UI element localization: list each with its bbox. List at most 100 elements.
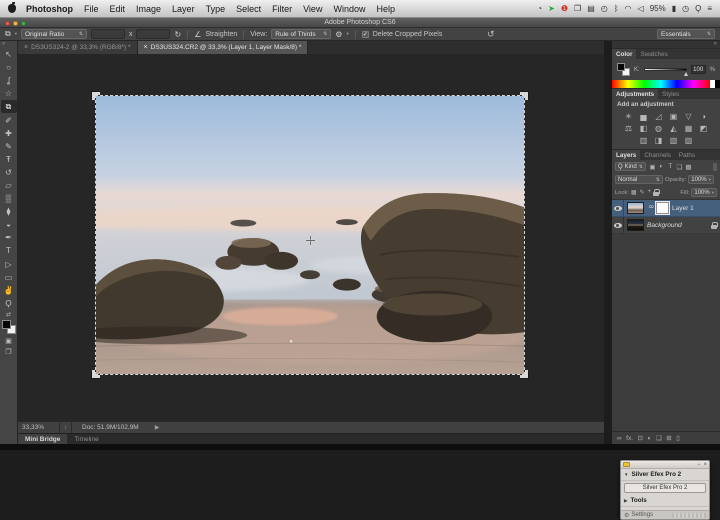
crop-tool[interactable]: ⧉: [0, 100, 17, 114]
straighten-button[interactable]: Straighten: [205, 31, 237, 38]
swap-colors-icon[interactable]: ⇄: [6, 312, 11, 318]
layer-row-layer-1[interactable]: 8 Layer 1: [612, 200, 720, 217]
crop-handle-top-right[interactable]: [520, 92, 528, 100]
lasso-tool[interactable]: ʆ: [1, 74, 17, 87]
silver-efex-panel[interactable]: − × ▼ Silver Efex Pro 2 Silver Efex Pro …: [620, 460, 710, 520]
layer-name[interactable]: Background: [647, 222, 682, 229]
menubar-item[interactable]: Help: [376, 4, 395, 14]
crop-handle-bottom-right[interactable]: [520, 370, 528, 378]
mask-link-icon[interactable]: 8: [647, 205, 653, 211]
menubar-item[interactable]: Layer: [172, 4, 195, 14]
spectrum-black-swatch[interactable]: [715, 80, 720, 88]
shape-tool[interactable]: ▭: [1, 271, 17, 284]
status-scrub-icon[interactable]: ↕: [60, 422, 72, 433]
filter-group-layers-icon[interactable]: ❏: [675, 163, 684, 171]
bottom-panel-tab[interactable]: Mini Bridge: [18, 434, 68, 444]
photo-document[interactable]: [92, 92, 528, 378]
layer-row-background[interactable]: Background: [612, 217, 720, 234]
channel-mixer-icon[interactable]: ◭: [666, 122, 681, 134]
blend-mode-select[interactable]: Normal ⇅: [615, 175, 663, 184]
levels-icon[interactable]: ▅: [636, 110, 651, 122]
k-slider-thumb[interactable]: [683, 72, 688, 76]
magic-wand-tool[interactable]: ☆: [1, 87, 17, 100]
efex-tools-header[interactable]: ▶ Tools: [621, 495, 709, 507]
clone-stamp-tool[interactable]: Ŧ: [1, 153, 17, 166]
stack-icon[interactable]: ❐: [574, 4, 581, 13]
bottom-panel-tab[interactable]: Timeline: [67, 434, 105, 444]
efex-close-icon[interactable]: ×: [703, 462, 707, 468]
color-balance-icon[interactable]: ⚖: [621, 122, 636, 134]
battery-percent-label[interactable]: 95%: [650, 4, 666, 13]
notification-list-icon[interactable]: ≡: [707, 4, 712, 13]
hue-saturation-icon[interactable]: ◑: [696, 110, 711, 122]
layer-thumbnail[interactable]: [627, 202, 644, 214]
panel-tab[interactable]: Channels: [640, 150, 675, 160]
compass-icon[interactable]: ◔: [537, 4, 542, 13]
layer-visibility-cell[interactable]: [612, 217, 624, 233]
layer-filter-toggle[interactable]: [713, 162, 717, 171]
efex-titlebar[interactable]: − ×: [621, 461, 709, 469]
delete-layer-icon[interactable]: ▯: [676, 434, 680, 442]
gradient-tool[interactable]: ▒: [1, 192, 17, 205]
swap-dimensions-icon[interactable]: ↻: [174, 30, 181, 39]
filter-pixel-layers-icon[interactable]: ▣: [648, 163, 657, 171]
k-slider[interactable]: [643, 68, 688, 76]
layer-visibility-cell[interactable]: [612, 200, 624, 216]
display-icon[interactable]: ▤: [587, 4, 595, 13]
panel-tab[interactable]: Layers: [612, 150, 641, 160]
menubar-item[interactable]: Image: [136, 4, 161, 14]
crop-handle-top-left[interactable]: [92, 92, 100, 100]
lock-position-icon[interactable]: +: [648, 189, 652, 196]
collapse-tools-icon[interactable]: »: [0, 41, 5, 48]
link-layers-icon[interactable]: ∞: [617, 435, 622, 442]
menubar-item[interactable]: Filter: [272, 4, 292, 14]
document-tab[interactable]: × DS3US324.CR2 @ 33,3% (Layer 1, Layer M…: [137, 41, 309, 54]
posterize-icon[interactable]: ▥: [636, 134, 651, 146]
clock-icon[interactable]: ◷: [682, 4, 689, 13]
hand-tool[interactable]: ✌: [1, 284, 17, 297]
silver-efex-launch-button[interactable]: Silver Efex Pro 2: [624, 483, 706, 493]
layer-name[interactable]: Layer 1: [672, 205, 694, 212]
crop-tool-icon[interactable]: ⧉: [5, 29, 11, 39]
layer-thumbnail[interactable]: [627, 219, 644, 231]
panel-tab[interactable]: Adjustments: [612, 89, 659, 99]
spotlight-icon[interactable]: Ϙ: [695, 4, 701, 13]
collapse-panels-icon[interactable]: »: [714, 41, 717, 48]
panel-tab[interactable]: Swatches: [636, 49, 671, 59]
menubar-item[interactable]: Window: [333, 4, 365, 14]
vpn-arrow-icon[interactable]: ➤: [548, 4, 555, 13]
menubar-item[interactable]: Edit: [110, 4, 126, 14]
time-machine-icon[interactable]: ◴: [601, 4, 608, 13]
photo-filter-icon[interactable]: ◍: [651, 122, 666, 134]
battery-icon[interactable]: ▮: [672, 4, 676, 13]
healing-brush-tool[interactable]: ✚: [1, 127, 17, 140]
panel-tab[interactable]: Styles: [658, 89, 683, 99]
layer-mask-thumbnail[interactable]: [656, 202, 669, 214]
efex-settings-bar[interactable]: ⚙ Settings: [621, 510, 709, 519]
crop-options-gear-icon[interactable]: ⚙: [335, 30, 342, 39]
eraser-tool[interactable]: ▱: [1, 179, 17, 192]
bluetooth-icon[interactable]: ᛒ: [614, 4, 619, 13]
menubar-item[interactable]: View: [303, 4, 322, 14]
crop-tool-caret-icon[interactable]: ▾: [15, 31, 17, 37]
lock-pixels-icon[interactable]: ✎: [640, 189, 645, 196]
crop-overlay-select[interactable]: Rule of Thirds ⇅: [271, 29, 332, 39]
pen-tool[interactable]: ✒: [1, 231, 17, 244]
update-badge-icon[interactable]: ❶: [561, 4, 568, 13]
reset-crop-icon[interactable]: ↺: [487, 29, 495, 40]
zoom-level-field[interactable]: 33,33%: [18, 422, 60, 433]
exposure-icon[interactable]: ▣: [666, 110, 681, 122]
filter-smart-object-icon[interactable]: ▩: [684, 163, 693, 171]
marquee-tool[interactable]: ○: [1, 61, 17, 74]
new-adjustment-layer-icon[interactable]: ◐: [647, 435, 651, 442]
zoom-tool[interactable]: Ϙ: [1, 297, 17, 310]
threshold-icon[interactable]: ◨: [651, 134, 666, 146]
lock-all-icon[interactable]: [653, 189, 661, 196]
eyedropper-tool[interactable]: ✐: [1, 113, 17, 126]
screen-mode-icon[interactable]: ❐: [5, 349, 11, 356]
new-group-icon[interactable]: ❏: [656, 434, 662, 442]
fill-select[interactable]: 100% ▾: [691, 188, 717, 197]
efex-minimize-icon[interactable]: −: [697, 462, 701, 468]
delete-cropped-pixels-checkbox[interactable]: ✓: [361, 30, 369, 38]
invert-icon[interactable]: ◩: [696, 122, 711, 134]
